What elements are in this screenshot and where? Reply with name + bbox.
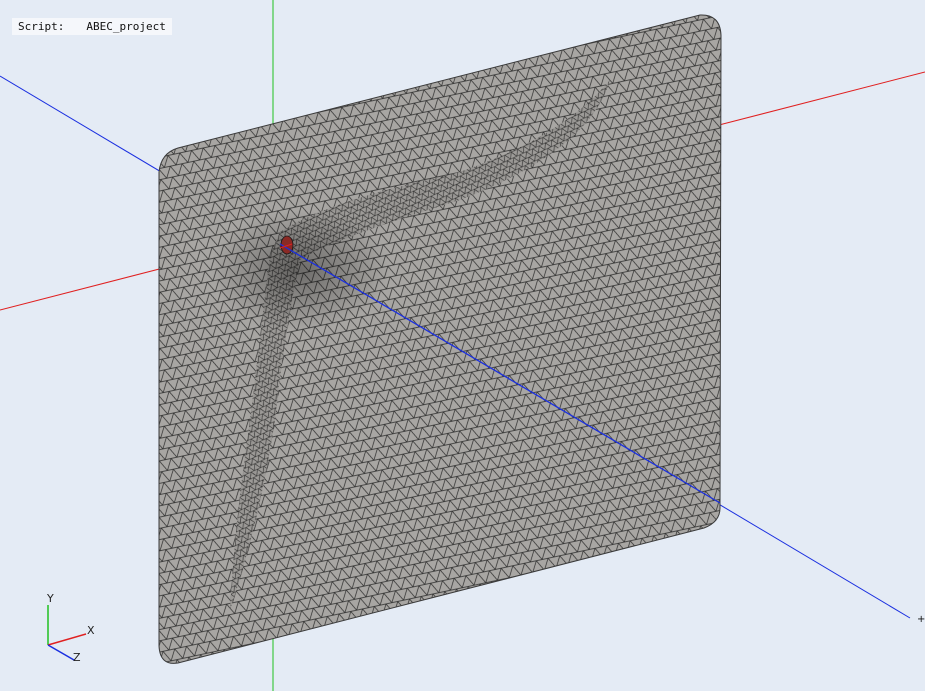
script-info-panel: Script: ABEC_project	[12, 18, 172, 35]
axis-triad: Y X Z	[46, 592, 95, 664]
triad-z-label: Z	[73, 651, 81, 664]
script-label: Script:	[18, 20, 65, 33]
throat-shading	[210, 210, 390, 330]
triad-z-axis	[47, 644, 75, 661]
triad-x-axis	[47, 633, 87, 646]
triad-y-label: Y	[46, 592, 54, 605]
triad-x-label: X	[87, 624, 95, 637]
3d-viewport[interactable]: + Y X Z	[0, 0, 925, 691]
z-axis-end-marker: +	[917, 614, 925, 625]
script-value: ABEC_project	[86, 20, 166, 33]
horn-mesh[interactable]	[158, 14, 722, 664]
